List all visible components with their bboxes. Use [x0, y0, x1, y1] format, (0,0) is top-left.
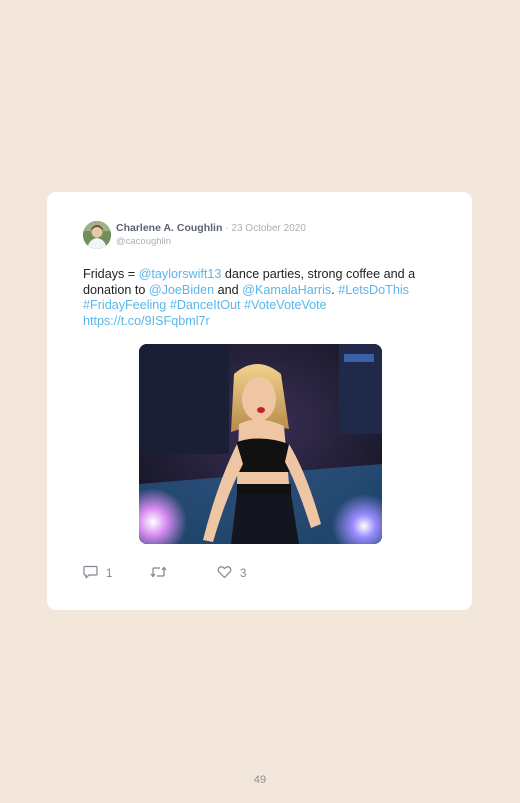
retweet-icon[interactable] [150, 565, 167, 582]
mention-joebiden[interactable]: @JoeBiden [149, 283, 214, 297]
tweet-date[interactable]: 23 October 2020 [231, 223, 306, 234]
mention-taylorswift13[interactable]: @taylorswift13 [139, 267, 222, 281]
author-line: Charlene A. Coughlin · 23 October 2020 [116, 222, 306, 234]
hashtag-letsdothis[interactable]: #LetsDoThis [338, 283, 409, 297]
page-number: 49 [253, 774, 267, 786]
hashtag-danceitout[interactable]: #DanceItOut [170, 298, 241, 312]
mention-kamalaharris[interactable]: @KamalaHarris [242, 283, 331, 297]
text-segment: Fridays = [83, 267, 139, 281]
like-action[interactable]: 3 [217, 565, 246, 582]
reply-action[interactable]: 1 [83, 565, 112, 582]
tweet-media-gif[interactable] [139, 344, 382, 544]
tweet-link[interactable]: https://t.co/9ISFqbml7r [83, 314, 210, 328]
heart-icon[interactable] [217, 565, 232, 582]
reply-icon[interactable] [83, 565, 98, 582]
hashtag-votevotevote[interactable]: #VoteVoteVote [244, 298, 327, 312]
reply-count: 1 [106, 567, 113, 580]
tweet-card: Charlene A. Coughlin · 23 October 2020 @… [47, 192, 472, 610]
author-name[interactable]: Charlene A. Coughlin [116, 222, 222, 234]
like-count: 3 [240, 567, 247, 580]
avatar[interactable] [83, 221, 111, 249]
hashtag-fridayfeeling[interactable]: #FridayFeeling [83, 298, 166, 312]
retweet-action[interactable] [150, 565, 175, 582]
author-handle[interactable]: @cacoughlin [116, 236, 171, 247]
text-segment: and [214, 282, 243, 297]
tweet-text: Fridays = @taylorswift13 dance parties, … [83, 267, 443, 329]
